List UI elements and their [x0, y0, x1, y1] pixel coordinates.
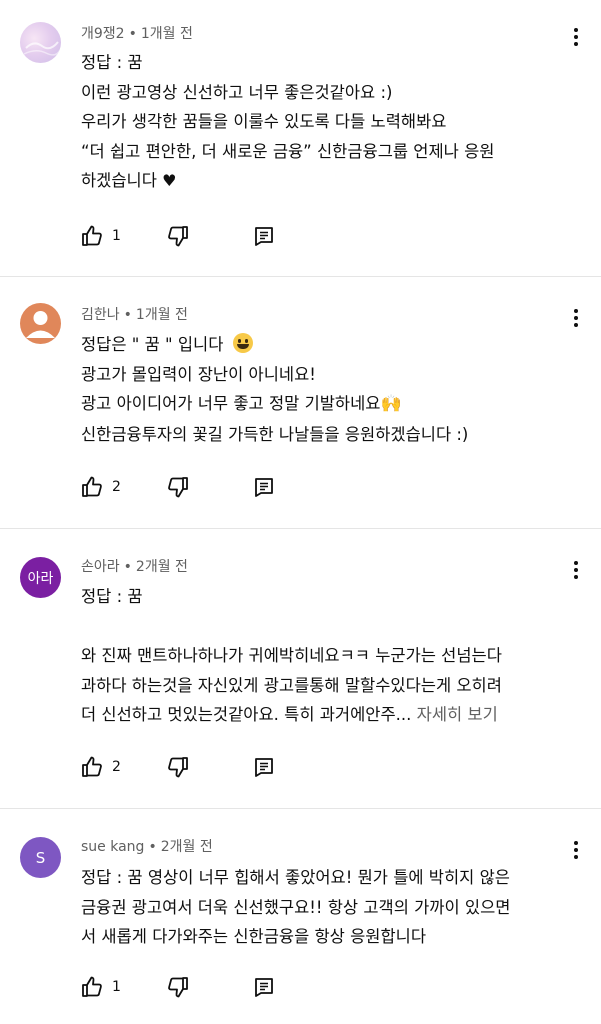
- timestamp[interactable]: 2개월 전: [161, 839, 213, 855]
- like-count: 2: [112, 759, 121, 775]
- comment-line: 광고 아이디어가 너무 좋고 정말 기발하네요🙌: [81, 389, 581, 420]
- comment-line: 금융권 광고여서 더욱 신선했구요!! 항상 고객의 가까이 있으면: [81, 897, 511, 917]
- like-button[interactable]: 2: [80, 755, 152, 779]
- default-person-icon: [26, 311, 55, 338]
- thumbs-down-icon: [168, 477, 188, 498]
- thumbs-down-icon: [168, 226, 188, 247]
- comment-line: 이런 광고영상 신선하고 너무 좋은것같아요 :): [81, 82, 393, 102]
- author-name[interactable]: 개9쟁2: [81, 26, 125, 42]
- like-button[interactable]: 2: [80, 475, 152, 499]
- comment-meta: 손아라 • 2개월 전: [81, 559, 188, 575]
- thumbs-up-icon: [82, 756, 102, 777]
- more-vert-icon[interactable]: [566, 557, 586, 583]
- thumbs-up-icon: [82, 476, 102, 497]
- avatar-image: [23, 41, 61, 56]
- avatar-initials: 아라: [27, 570, 54, 587]
- read-more-link[interactable]: 자세히 보기: [417, 705, 498, 724]
- comment-actions: 2: [80, 755, 276, 779]
- dislike-button[interactable]: [166, 475, 190, 499]
- comment-line: 신한금융투자의 꽃길 가득한 나날들을 응원하겠습니다 :): [81, 424, 469, 444]
- like-count: 1: [112, 228, 121, 244]
- comment-item: 개9쟁2 • 1개월 전 정답 : 꿈 이런 광고영상 신선하고 너무 좋은것같아요…: [0, 0, 601, 277]
- more-vert-icon[interactable]: [566, 305, 586, 331]
- smile-emoji-icon: [232, 333, 253, 353]
- like-button[interactable]: 1: [80, 975, 152, 999]
- comment-meta: 개9쟁2 • 1개월 전: [81, 26, 193, 42]
- avatar[interactable]: [20, 303, 61, 344]
- comment-line: 정답 : 꿈 영상이 너무 힙해서 좋았어요! 뭔가 틀에 박히지 않은: [81, 868, 510, 887]
- heart-icon: ♥: [162, 171, 177, 190]
- thumbs-down-icon: [168, 757, 188, 778]
- like-button[interactable]: 1: [80, 224, 152, 248]
- comment-meta: sue kang • 2개월 전: [81, 839, 213, 855]
- reply-button[interactable]: [252, 224, 276, 248]
- timestamp[interactable]: 1개월 전: [141, 26, 193, 42]
- comment-line: “더 쉽고 편안한, 더 새로운 금융” 신한금융그룹 언제나 응원: [81, 141, 495, 161]
- comment-line: 우리가 생각한 꿈들을 이룰수 있도록 다들 노력해봐요: [81, 112, 447, 131]
- comment-item: 아라 손아라 • 2개월 전 정답 : 꿈 와 진짜 맨트하나하나가 귀에박히네요ㅋ…: [0, 529, 601, 809]
- author-name[interactable]: sue kang: [81, 839, 144, 855]
- comment-line: 와 진짜 맨트하나하나가 귀에박히네요ㅋㅋ 누군가는 선넘는다: [81, 646, 502, 665]
- comment-line-text: 하겠습니다: [81, 171, 157, 190]
- comment-line: 정답은 " 꿈 " 입니다: [81, 330, 581, 360]
- avatar-initials: S: [35, 848, 46, 867]
- reply-icon: [255, 227, 273, 246]
- avatar[interactable]: [20, 22, 61, 63]
- comment-text: 정답 : 꿈 와 진짜 맨트하나하나가 귀에박히네요ㅋㅋ 누군가는 선넘는다 과…: [81, 582, 581, 730]
- like-count: 2: [112, 479, 121, 495]
- comment-line: 과하다 하는것을 자신있게 광고를통해 말할수있다는게 오히려: [81, 675, 502, 695]
- reply-icon: [255, 978, 273, 997]
- avatar[interactable]: 아라: [20, 557, 61, 598]
- comment-text: 정답 : 꿈 영상이 너무 힙해서 좋았어요! 뭔가 틀에 박히지 않은 금융권…: [81, 863, 581, 952]
- comment-item: 김한나 • 1개월 전 정답은 " 꿈 " 입니다 광고가 몰입력이 장난이 아니네…: [0, 277, 601, 529]
- comment-line: [81, 612, 581, 642]
- comment-line: 정답 : 꿈: [81, 587, 143, 606]
- more-vert-icon[interactable]: [566, 24, 586, 50]
- comment-line: 광고가 몰입력이 장난이 아니네요!: [81, 364, 316, 384]
- comment-text: 정답은 " 꿈 " 입니다 광고가 몰입력이 장난이 아니네요! 광고 아이디어…: [81, 330, 581, 449]
- comment-actions: 1: [80, 975, 276, 999]
- reply-button[interactable]: [252, 755, 276, 779]
- comment-line: 하겠습니다 ♥: [81, 166, 581, 196]
- comment-text: 정답 : 꿈 이런 광고영상 신선하고 너무 좋은것같아요 :) 우리가 생각한…: [81, 48, 581, 196]
- comment-line: 정답 : 꿈: [81, 53, 143, 72]
- comment-meta: 김한나 • 1개월 전: [81, 307, 188, 323]
- comment-actions: 2: [80, 475, 276, 499]
- more-vert-icon[interactable]: [566, 837, 586, 863]
- thumbs-up-icon: [82, 225, 102, 246]
- like-count: 1: [112, 979, 121, 995]
- comment-line: 서 새롭게 다가와주는 신한금융을 항상 응원합니다: [81, 927, 427, 946]
- avatar[interactable]: S: [20, 837, 61, 878]
- reply-icon: [255, 478, 273, 497]
- thumbs-down-icon: [168, 977, 188, 998]
- author-name[interactable]: 김한나: [81, 307, 120, 323]
- dislike-button[interactable]: [166, 975, 190, 999]
- timestamp[interactable]: 1개월 전: [136, 307, 188, 323]
- reply-icon: [255, 758, 273, 777]
- comment-actions: 1: [80, 224, 276, 248]
- thumbs-up-icon: [82, 976, 102, 997]
- comment-line-text: 광고 아이디어가 너무 좋고 정말 기발하네요: [81, 394, 381, 413]
- timestamp[interactable]: 2개월 전: [136, 559, 188, 575]
- comment-line-text: 더 신선하고 멋있는것같아요. 특히 과거에안주...: [81, 705, 412, 724]
- reply-button[interactable]: [252, 475, 276, 499]
- author-name[interactable]: 손아라: [81, 559, 120, 575]
- raised-hands-emoji-icon: 🙌: [380, 394, 402, 414]
- comment-item: S sue kang • 2개월 전 정답 : 꿈 영상이 너무 힙해서 좋았어요!…: [0, 809, 601, 1024]
- dislike-button[interactable]: [166, 224, 190, 248]
- comment-line-text: 정답은 " 꿈 " 입니다: [81, 335, 224, 354]
- reply-button[interactable]: [252, 975, 276, 999]
- comment-line: 더 신선하고 멋있는것같아요. 특히 과거에안주... 자세히 보기: [81, 700, 581, 730]
- dislike-button[interactable]: [166, 755, 190, 779]
